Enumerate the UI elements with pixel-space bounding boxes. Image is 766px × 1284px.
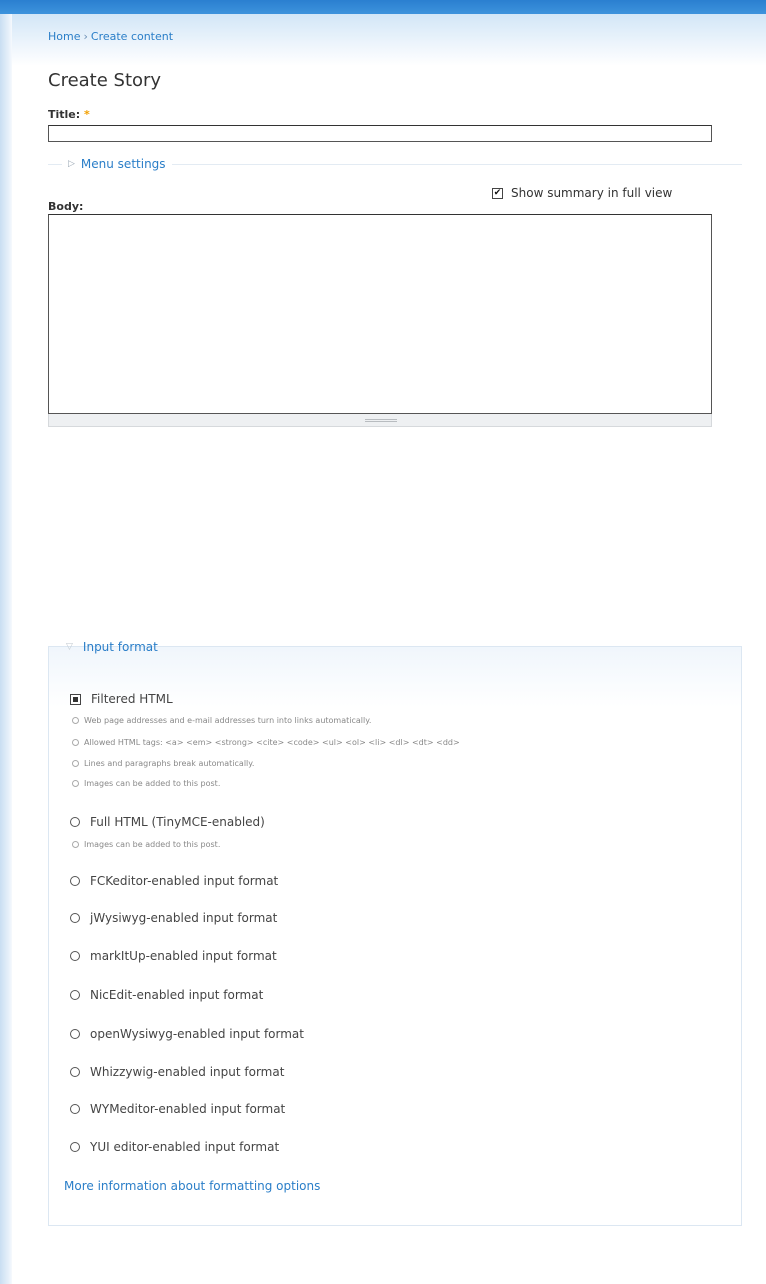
format-option-label: NicEdit-enabled input format [90,988,264,1002]
grip-lines-icon [365,419,397,422]
input-format-toggle[interactable]: ▽ Input format [62,640,162,654]
format-option-fckeditor[interactable]: FCKeditor-enabled input format [70,874,278,888]
breadcrumb: Home › Create content [48,30,173,43]
triangle-down-icon: ▽ [66,642,73,652]
format-option-nicedit[interactable]: NicEdit-enabled input format [70,988,263,1002]
bullet-icon [72,760,79,767]
summary-toggle[interactable]: ✔ Show summary in full view [492,186,672,200]
triangle-right-icon: ▷ [68,159,75,169]
bullet-icon [72,717,79,724]
radio-icon[interactable] [70,951,80,961]
radio-icon[interactable] [70,913,80,923]
format-option-label: openWysiwyg-enabled input format [90,1027,304,1041]
radio-icon[interactable] [70,1104,80,1114]
format-option-openwysiwyg[interactable]: openWysiwyg-enabled input format [70,1027,304,1041]
format-option-filtered-html[interactable]: Filtered HTML [70,692,173,706]
format-tip: Web page addresses and e-mail addresses … [72,716,371,725]
format-tip: Images can be added to this post. [72,779,220,788]
menu-settings-toggle[interactable]: ▷ Menu settings [62,157,172,171]
bullet-icon [72,780,79,787]
format-tip-text: Allowed HTML tags: <a> <em> <strong> <ci… [84,738,460,747]
title-label: Title: * [48,108,90,121]
format-option-label: FCKeditor-enabled input format [90,874,279,888]
formatting-options-link[interactable]: More information about formatting option… [64,1179,320,1193]
format-option-label: Full HTML (TinyMCE-enabled) [90,815,265,829]
input-format-legend: Input format [82,640,158,654]
format-tip: Images can be added to this post. [72,840,220,849]
format-option-label: jWysiwyg-enabled input format [90,911,278,925]
format-option-markitup[interactable]: markItUp-enabled input format [70,949,277,963]
format-tip-text: Images can be added to this post. [84,840,221,849]
menu-settings-legend: Menu settings [80,157,166,171]
radio-icon[interactable] [70,1029,80,1039]
format-option-label: Whizzywig-enabled input format [90,1065,285,1079]
top-bar [0,0,766,14]
bullet-icon [72,841,79,848]
format-option-wymeditor[interactable]: WYMeditor-enabled input format [70,1102,285,1116]
body-textarea[interactable] [48,214,712,414]
required-mark: * [84,108,90,121]
title-input[interactable] [48,125,712,142]
page-title: Create Story [48,70,162,91]
format-option-label: WYMeditor-enabled input format [90,1102,286,1116]
radio-icon[interactable] [70,817,80,827]
breadcrumb-create-content-link[interactable]: Create content [91,30,173,43]
breadcrumb-home-link[interactable]: Home [48,30,80,43]
format-tip: Lines and paragraphs break automatically… [72,759,254,768]
format-option-full-html[interactable]: Full HTML (TinyMCE-enabled) [70,815,265,829]
summary-checkbox[interactable]: ✔ [492,187,503,199]
radio-icon[interactable] [70,1142,80,1152]
breadcrumb-separator: › [83,30,88,43]
format-option-label: YUI editor-enabled input format [90,1140,280,1154]
format-option-label: markItUp-enabled input format [90,949,277,963]
format-option-whizzywig[interactable]: Whizzywig-enabled input format [70,1065,284,1079]
format-tip: Allowed HTML tags: <a> <em> <strong> <ci… [72,738,460,747]
radio-icon[interactable] [70,1067,80,1077]
input-format-fieldset [48,646,742,1226]
bullet-icon [72,739,79,746]
format-option-label: Filtered HTML [91,692,173,706]
format-option-jwysiwyg[interactable]: jWysiwyg-enabled input format [70,911,277,925]
left-rail [0,14,12,1284]
title-label-text: Title: [48,108,81,121]
body-label: Body: [48,200,84,213]
radio-selected-icon[interactable] [70,693,81,705]
radio-icon[interactable] [70,876,80,886]
format-tip-text: Web page addresses and e-mail addresses … [84,716,372,725]
summary-label: Show summary in full view [511,186,673,200]
radio-icon[interactable] [70,990,80,1000]
textarea-resize-grip[interactable] [48,414,712,427]
format-tip-text: Images can be added to this post. [84,779,221,788]
format-tip-text: Lines and paragraphs break automatically… [84,759,255,768]
format-option-yui-editor[interactable]: YUI editor-enabled input format [70,1140,279,1154]
